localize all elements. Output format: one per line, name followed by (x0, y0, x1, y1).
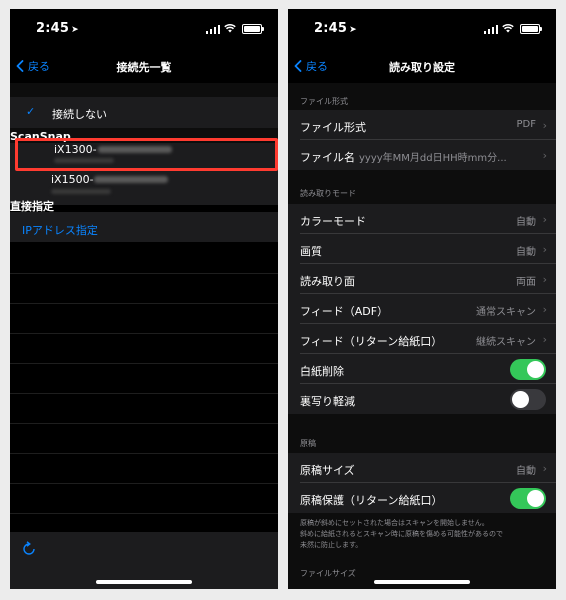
file-format-row[interactable]: ファイル形式 PDF › (288, 110, 556, 140)
no-connect-row[interactable]: ✓ 接続しない (10, 97, 278, 128)
no-connect-label: 接続しない (52, 108, 107, 121)
status-bar: 2:45 ➤ (288, 9, 556, 47)
footnote: 原稿が斜めにセットされた場合はスキャンを開始しません。 斜めに給紙されるとスキャ… (300, 519, 503, 549)
device-row-ix1500[interactable]: iX1500- (10, 171, 278, 201)
home-indicator (96, 580, 192, 584)
chevron-right-icon: › (542, 303, 547, 316)
wifi-icon (224, 23, 236, 33)
scan-side-row[interactable]: 読み取り面 両面 › (288, 264, 556, 294)
location-arrow-icon: ➤ (71, 25, 79, 35)
checkmark-icon: ✓ (26, 105, 36, 118)
blank-page-removal-toggle[interactable] (510, 359, 546, 380)
device-name: iX1300- (54, 143, 97, 156)
filename-row[interactable]: ファイル名 yyyy年MM月dd日HH時mm分... › (288, 140, 556, 170)
status-time: 2:45 (36, 21, 70, 36)
wifi-icon (502, 23, 514, 33)
battery-icon (242, 24, 264, 34)
ip-address-link: IPアドレス指定 (22, 224, 98, 237)
page-title: 読み取り設定 (389, 61, 455, 74)
section-header-filetype: ファイル形式 (300, 97, 348, 106)
page-title: 接続先一覧 (116, 61, 172, 74)
refresh-icon[interactable] (22, 541, 36, 557)
bleed-through-reduction-row: 裏写り軽減 (288, 384, 556, 414)
nav-bar: 戻る 接続先一覧 (10, 47, 278, 83)
redacted-address (54, 158, 114, 163)
document-protection-row: 原稿保護（リターン給紙口） (288, 483, 556, 513)
status-time: 2:45 (314, 21, 348, 36)
bleed-through-reduction-toggle[interactable] (510, 389, 546, 410)
chevron-right-icon: › (542, 273, 547, 286)
chevron-right-icon: › (542, 119, 547, 132)
status-bar: 2:45 ➤ (10, 9, 278, 47)
home-indicator (374, 580, 470, 584)
section-header-filesize: ファイルサイズ (300, 569, 356, 578)
feed-adf-row[interactable]: フィード（ADF） 通常スキャン › (288, 294, 556, 324)
quality-row[interactable]: 画質 自動 › (288, 234, 556, 264)
chevron-right-icon: › (542, 149, 547, 162)
device-name: iX1500- (51, 173, 94, 186)
device-row-ix1300[interactable]: iX1300- (15, 138, 278, 171)
section-header-readmode: 読み取りモード (300, 189, 356, 198)
chevron-right-icon: › (542, 213, 547, 226)
location-arrow-icon: ➤ (349, 25, 357, 35)
ip-address-row[interactable]: IPアドレス指定 (10, 212, 278, 242)
chevron-right-icon: › (542, 243, 547, 256)
signal-icon (206, 25, 220, 34)
section-header-original: 原稿 (300, 439, 316, 448)
redacted-address (51, 189, 111, 194)
redacted-serial (94, 176, 168, 183)
blank-page-removal-row: 白紙削除 (288, 354, 556, 384)
signal-icon (484, 25, 498, 34)
chevron-right-icon: › (542, 462, 547, 475)
battery-icon (520, 24, 542, 34)
chevron-right-icon: › (542, 333, 547, 346)
right-screen: 2:45 ➤ 戻る 読み取り設定 ファイル形式 ファイル形式 PDF › ファイル… (288, 9, 556, 589)
nav-bar: 戻る 読み取り設定 (288, 47, 556, 83)
document-protection-toggle[interactable] (510, 488, 546, 509)
redacted-serial (98, 146, 172, 153)
paper-size-row[interactable]: 原稿サイズ 自動 › (288, 453, 556, 483)
left-screen: 2:45 ➤ 戻る 接続先一覧 ✓ 接続しない ScanSnap iX1300- … (10, 9, 278, 589)
color-mode-row[interactable]: カラーモード 自動 › (288, 204, 556, 234)
feed-return-row[interactable]: フィード（リターン給紙口） 継続スキャン › (288, 324, 556, 354)
